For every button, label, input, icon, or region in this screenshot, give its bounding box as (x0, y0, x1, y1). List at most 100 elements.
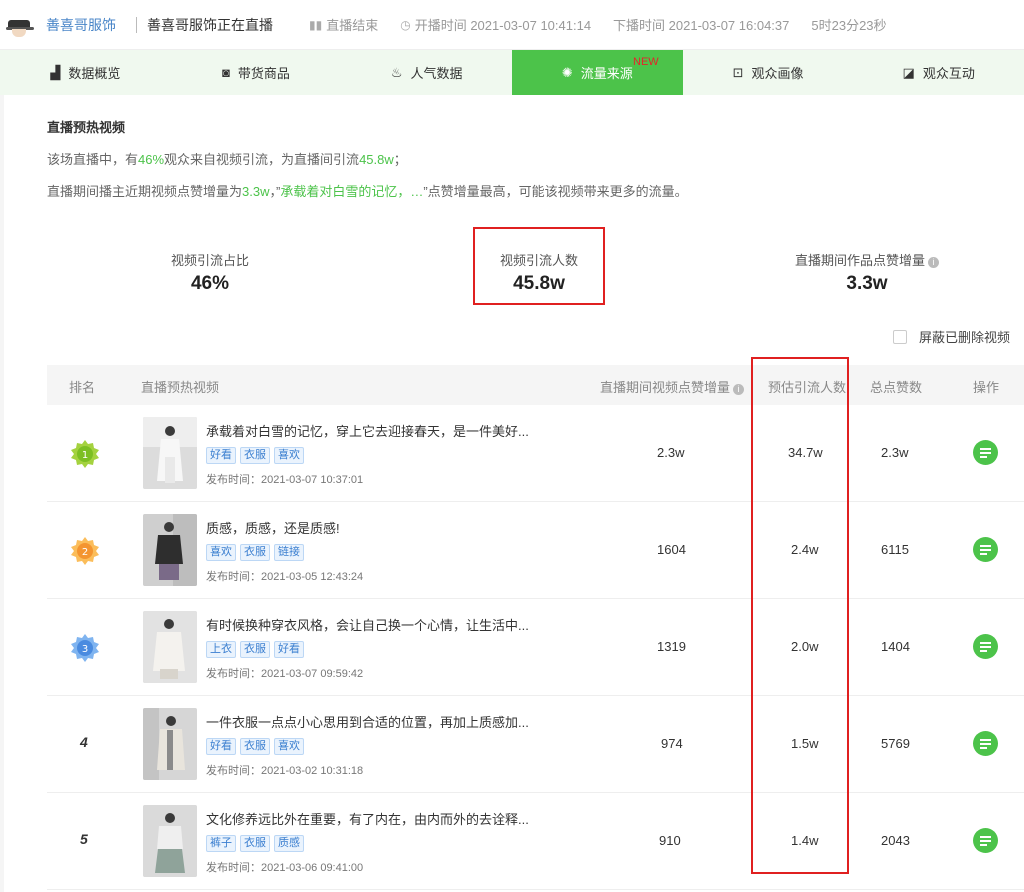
video-thumbnail[interactable] (143, 708, 197, 780)
total-likes: 2043 (881, 833, 910, 848)
tag[interactable]: 质感 (274, 835, 304, 852)
publish-time: 发布时间：2021-03-05 12:43:24 (206, 571, 364, 583)
tab-audience-interaction[interactable]: ◪ 观众互动 (853, 50, 1024, 95)
flame-icon: ♨ (390, 64, 403, 80)
detail-button[interactable] (973, 634, 998, 659)
tab-overview[interactable]: ▟ 数据概览 (0, 50, 171, 95)
total-likes: 5769 (881, 736, 910, 751)
tag[interactable]: 衣服 (240, 447, 270, 464)
tab-traffic-source[interactable]: ✺ 流量来源 NEW (512, 50, 683, 95)
svg-text:3: 3 (82, 644, 88, 655)
video-title[interactable]: 有时候换种穿衣风格，会让自己换一个心情，让生活中... (206, 615, 529, 634)
like-increment: 1604 (657, 542, 686, 557)
bar-chart-icon: ▮▮ (309, 17, 323, 32)
table-row: 4 一件衣服一点点小心思用到合适的位置，再加上质感加... 好看 衣服 喜欢 发… (47, 696, 1024, 793)
highlight-box-column (751, 357, 849, 874)
video-title[interactable]: 一件衣服一点点小心思用到合适的位置，再加上质感加... (206, 712, 529, 731)
video-thumbnail[interactable] (143, 805, 197, 877)
tag[interactable]: 喜欢 (274, 738, 304, 755)
rank-number: 4 (80, 734, 88, 750)
summary-line-2: 直播期间播主近期视频点赞增量为3.3w，”承载着对白雪的记忆，…”点赞增量最高，… (47, 184, 688, 199)
interaction-icon: ◪ (902, 64, 915, 80)
col-action: 操作 (973, 380, 1000, 395)
tab-products[interactable]: ◙ 带货商品 (171, 50, 342, 95)
like-increment: 2.3w (657, 445, 685, 460)
col-video: 直播预热视频 (141, 380, 220, 395)
info-icon[interactable]: i (733, 384, 745, 395)
video-tags: 喜欢 衣服 链接 (206, 544, 308, 561)
tag[interactable]: 喜欢 (274, 447, 304, 464)
rank-2-medal-icon: 2 (71, 537, 99, 565)
highlight-box-stat (473, 227, 605, 305)
detail-button[interactable] (973, 440, 998, 465)
like-increment: 974 (661, 736, 683, 751)
brand-avatar[interactable] (6, 11, 34, 39)
video-thumbnail[interactable] (143, 514, 197, 586)
total-likes: 6115 (881, 542, 909, 557)
total-likes: 2.3w (881, 445, 909, 460)
stat-like-increment: 直播期间作品点赞增量 i 3.3w (782, 250, 952, 295)
col-like-increment: 直播期间视频点赞增量 i (600, 377, 745, 396)
video-title[interactable]: 文化修养远比外在重要，有了内在，由内而外的去诠释... (206, 809, 529, 828)
tag[interactable]: 好看 (206, 738, 236, 755)
video-title[interactable]: 质感，质感，还是质感! (206, 518, 340, 537)
tab-audience-portrait[interactable]: ⊡ 观众画像 (683, 50, 854, 95)
total-likes: 1404 (881, 639, 910, 654)
duration: 5时23分23秒 (811, 18, 887, 33)
video-title[interactable]: 承载着对白雪的记忆，穿上它去迎接春天，是一件美好... (206, 421, 529, 440)
live-title: 善喜哥服饰正在直播 (147, 16, 273, 33)
tag[interactable]: 喜欢 (206, 544, 236, 561)
traffic-icon: ✺ (561, 64, 573, 80)
tag[interactable]: 衣服 (240, 835, 270, 852)
tag[interactable]: 衣服 (240, 738, 270, 755)
rank-1-medal-icon: 1 (71, 440, 99, 468)
tag[interactable]: 衣服 (240, 544, 270, 561)
hide-deleted-checkbox[interactable] (892, 329, 907, 344)
hide-deleted-toggle[interactable]: 屏蔽已删除视频 (892, 327, 1010, 346)
tag[interactable]: 衣服 (240, 641, 270, 658)
publish-time: 发布时间：2021-03-02 10:31:18 (206, 765, 364, 777)
rank-number: 5 (80, 831, 88, 847)
video-tags: 好看 衣服 喜欢 (206, 447, 308, 464)
table-row: 3 有时候换种穿衣风格，会让自己换一个心情，让生活中... 上衣 衣服 好看 发… (47, 599, 1024, 696)
tag[interactable]: 好看 (206, 447, 236, 464)
brand-name[interactable]: 善喜哥服饰 (46, 15, 116, 35)
tag[interactable]: 链接 (274, 544, 304, 561)
clock-icon: ◷ (400, 17, 411, 32)
video-tags: 上衣 衣服 好看 (206, 641, 308, 658)
section-title: 直播预热视频 (47, 120, 126, 135)
video-tags: 裤子 衣服 质感 (206, 835, 308, 852)
svg-text:2: 2 (82, 547, 88, 558)
tab-popularity[interactable]: ♨ 人气数据 (341, 50, 512, 95)
tag[interactable]: 裤子 (206, 835, 236, 852)
new-badge: NEW (633, 56, 659, 68)
publish-time: 发布时间：2021-03-07 09:59:42 (206, 668, 364, 680)
detail-button[interactable] (973, 537, 998, 562)
video-thumbnail[interactable] (143, 611, 197, 683)
divider (136, 16, 137, 33)
tag[interactable]: 上衣 (206, 641, 236, 658)
table-row: 1 承载着对白雪的记忆，穿上它去迎接春天，是一件美好... 好看 衣服 喜欢 发… (47, 405, 1024, 502)
detail-button[interactable] (973, 731, 998, 756)
video-thumbnail[interactable] (143, 417, 197, 489)
start-time: ◷ 开播时间 2021-03-07 10:41:14 (400, 17, 592, 34)
table-row: 5 文化修养远比外在重要，有了内在，由内而外的去诠释... 裤子 衣服 质感 发… (47, 793, 1024, 890)
table-header: 排名 直播预热视频 直播期间视频点赞增量 i 预估引流人数 总点赞数 操作 (47, 365, 1024, 405)
top-video-link[interactable]: 承载着对白雪的记忆，… (280, 184, 423, 199)
info-icon[interactable]: i (928, 257, 939, 268)
stat-video-traffic-ratio: 视频引流占比 46% (170, 253, 249, 294)
svg-text:1: 1 (82, 450, 88, 461)
col-rank: 排名 (69, 380, 96, 395)
rank-3-medal-icon: 3 (71, 634, 99, 662)
shopping-bag-icon: ◙ (222, 65, 230, 80)
detail-button[interactable] (973, 828, 998, 853)
table-row: 2 质感，质感，还是质感! 喜欢 衣服 链接 发布时间：2021-03-05 1… (47, 502, 1024, 599)
like-increment: 1319 (657, 639, 686, 654)
tab-bar: ▟ 数据概览 ◙ 带货商品 ♨ 人气数据 ✺ 流量来源 NEW ⊡ 观众画像 ◪ 观众互动 (0, 50, 1024, 95)
col-total-likes: 总点赞数 (870, 380, 923, 395)
publish-time: 发布时间：2021-03-07 10:37:01 (206, 474, 364, 486)
summary-line-1: 该场直播中，有46%观众来自视频引流，为直播间引流45.8w； (47, 152, 407, 167)
tag[interactable]: 好看 (274, 641, 304, 658)
portrait-icon: ⊡ (732, 64, 744, 80)
bar-chart-icon: ▟ (50, 64, 61, 80)
